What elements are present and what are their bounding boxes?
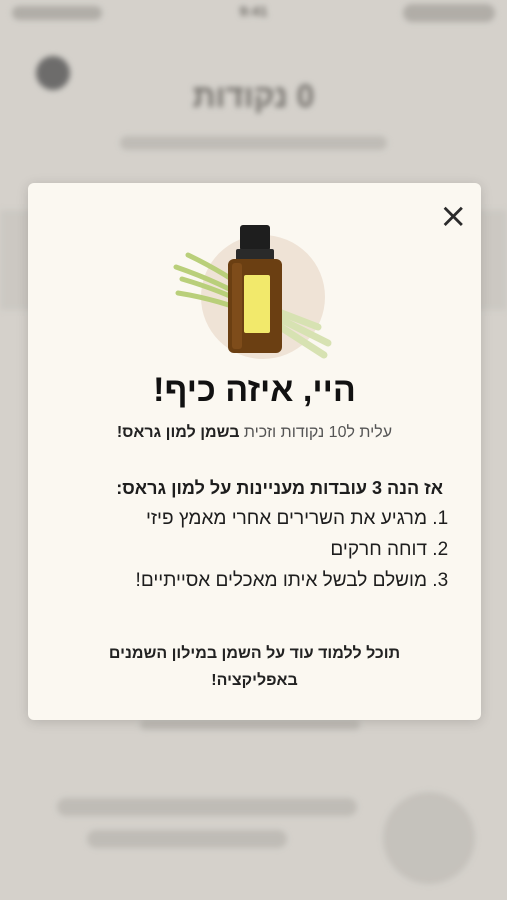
list-item: מושלם לבשל איתו מאכלים אסייתיים!: [46, 565, 427, 596]
subtitle-highlight: בשמן למון גראס!: [116, 424, 240, 441]
list-item: מרגיע את השרירים אחרי מאמץ פיזי: [46, 503, 427, 534]
facts-heading: אז הנה 3 עובדות מעניינות על למון גראס:: [116, 478, 443, 498]
footer-line: באפליקציה!: [211, 672, 298, 689]
facts-list: מרגיע את השרירים אחרי מאמץ פיזי דוחה חרק…: [46, 503, 443, 596]
facts-section: אז הנה 3 עובדות מעניינות על למון גראס: מ…: [46, 478, 443, 596]
lemongrass-oil-illustration: [173, 225, 332, 359]
footer-line: תוכל ללמוד עוד על השמן במילון השמנים: [108, 645, 401, 662]
close-icon[interactable]: ×: [439, 199, 468, 233]
reward-modal: × היי, איזה כיף! עלית ל10 נקודות וזכית ב…: [28, 183, 481, 720]
modal-subtitle: עלית ל10 נקודות וזכית בשמן למון גראס!: [28, 424, 481, 442]
modal-title: היי, איזה כיף!: [153, 371, 356, 409]
modal-footer-note: תוכל ללמוד עוד על השמן במילון השמנים באפ…: [58, 640, 451, 694]
list-item: דוחה חרקים: [46, 534, 427, 565]
subtitle-text: עלית ל10 נקודות וזכית: [239, 424, 393, 441]
